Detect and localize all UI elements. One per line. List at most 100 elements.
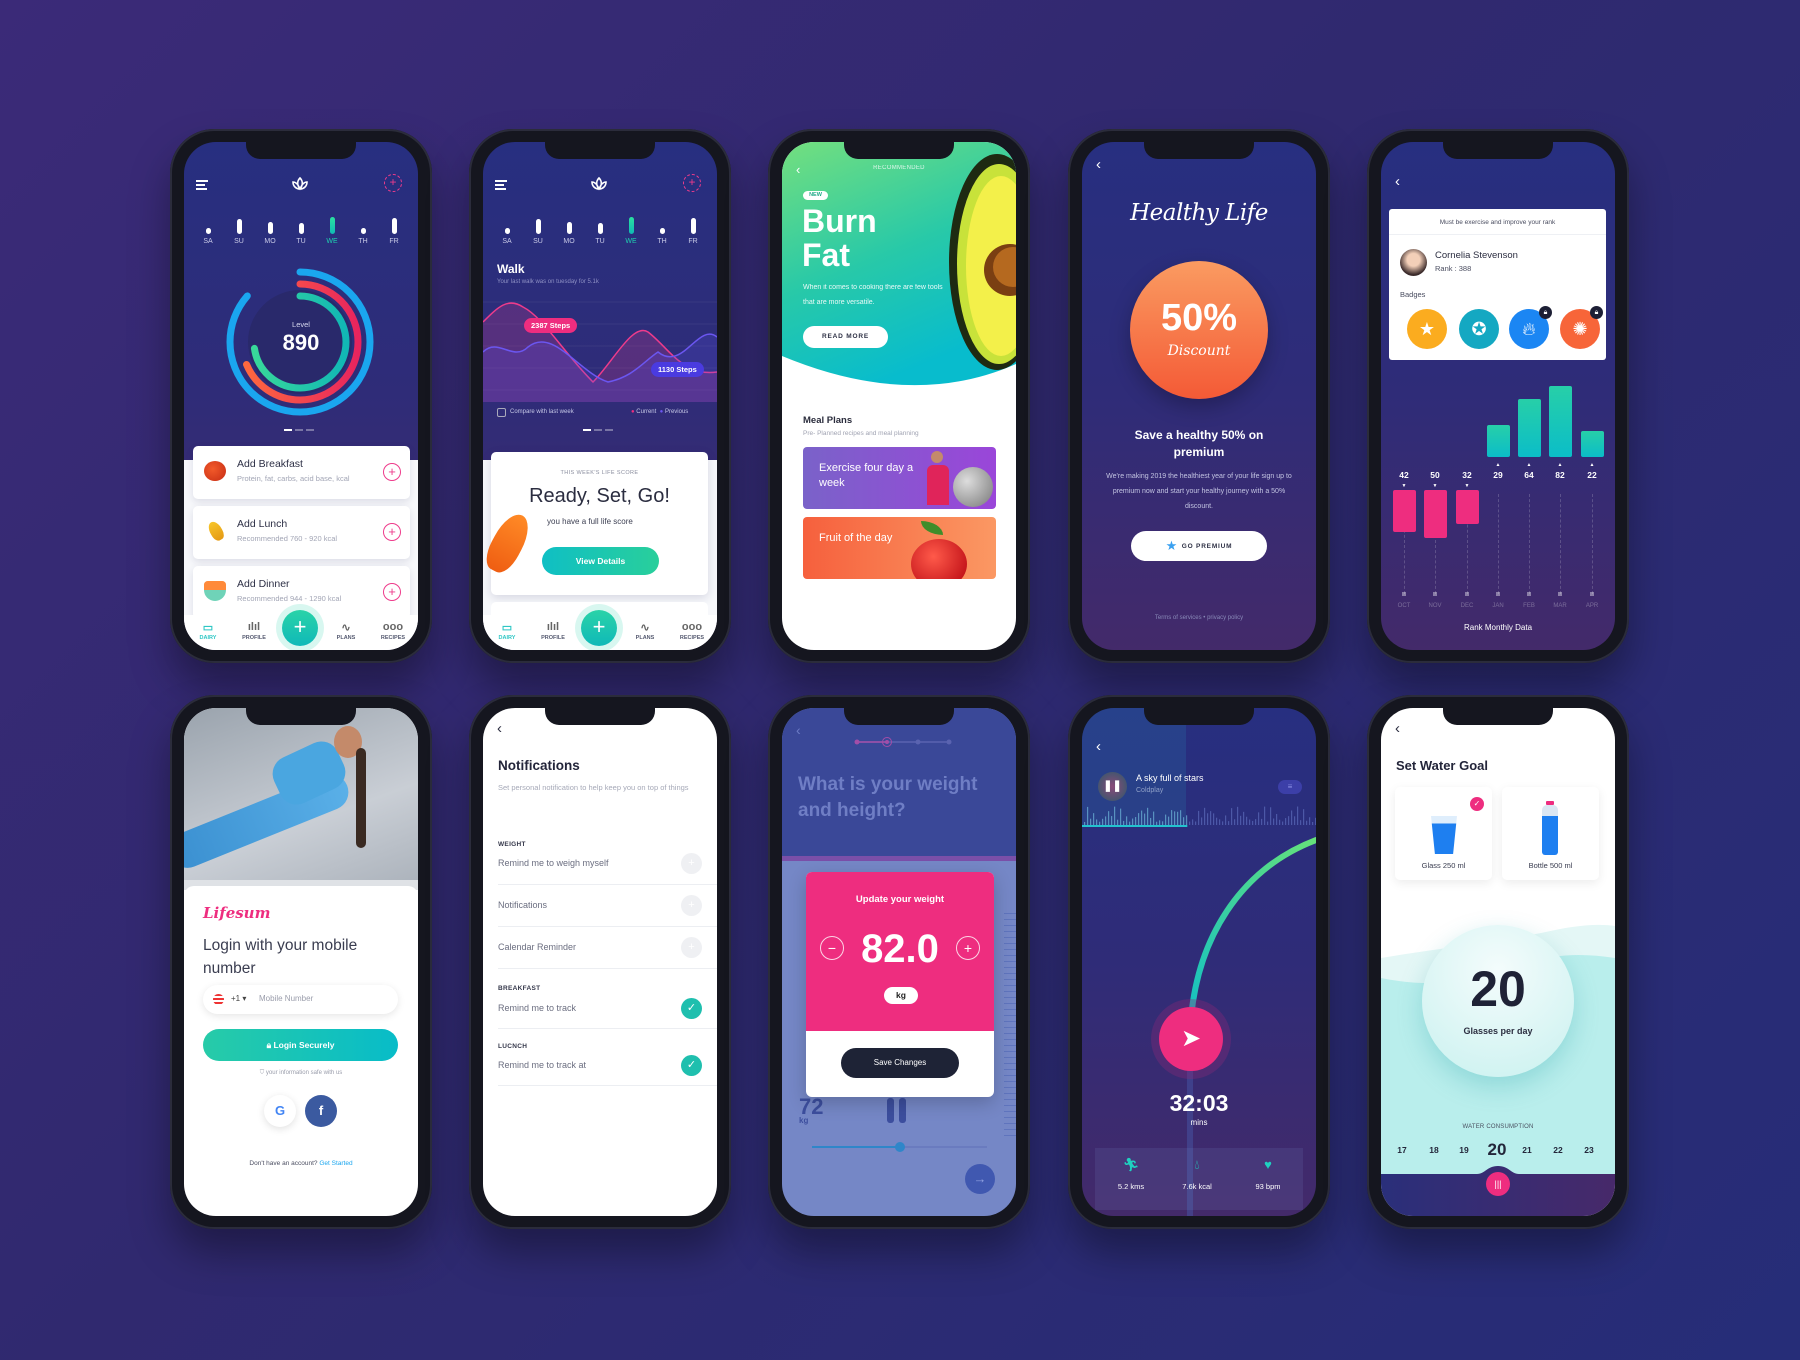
waveform-bar: [1186, 815, 1188, 825]
height-ruler[interactable]: [1004, 908, 1016, 1138]
day-we[interactable]: WE: [322, 217, 342, 245]
next-arrow-button[interactable]: →: [965, 1164, 995, 1194]
scale-value-20[interactable]: 20: [1483, 1140, 1511, 1160]
nav-profile[interactable]: ılıl PROFILE: [234, 621, 274, 641]
rank-bar-oct[interactable]: [1393, 490, 1416, 532]
badge-1[interactable]: ★: [1407, 309, 1447, 349]
plan-card-exercise[interactable]: Exercise four day a week: [803, 447, 996, 509]
phone-input[interactable]: +1 ▾ Mobile Number: [203, 985, 398, 1014]
notch: [844, 142, 954, 159]
back-icon[interactable]: ‹: [1096, 738, 1101, 755]
back-icon[interactable]: ‹: [796, 722, 801, 738]
day-fr[interactable]: FR: [384, 218, 404, 245]
back-icon[interactable]: ‹: [1395, 173, 1400, 190]
toggle-weigh-myself[interactable]: +: [681, 853, 702, 874]
back-icon[interactable]: ‹: [1096, 156, 1101, 173]
rank-bar-apr[interactable]: [1581, 430, 1604, 457]
rank-bar-mar[interactable]: [1549, 385, 1572, 457]
scale-value-22[interactable]: 22: [1544, 1145, 1572, 1155]
add-meal-button[interactable]: +: [383, 523, 401, 541]
nav-plans[interactable]: ∿ PLANS: [625, 621, 665, 641]
day-th[interactable]: TH: [353, 227, 373, 245]
rank-bar-jan[interactable]: [1487, 425, 1510, 457]
badge-3[interactable]: 🔥︎ 🔒︎: [1509, 306, 1552, 349]
day-tu[interactable]: TU: [291, 223, 311, 245]
add-activity-button[interactable]: +: [683, 174, 701, 192]
add-fab-button[interactable]: +: [282, 610, 318, 646]
day-su[interactable]: SU: [229, 219, 249, 245]
scale-value-19[interactable]: 19: [1450, 1145, 1478, 1155]
add-activity-button[interactable]: +: [384, 174, 402, 192]
day-fr[interactable]: FR: [683, 218, 703, 245]
add-meal-button[interactable]: +: [383, 583, 401, 601]
playlist-menu-icon[interactable]: ≡: [1278, 780, 1302, 794]
waveform-bar: [1252, 820, 1254, 825]
login-securely-button[interactable]: 🔒︎ Login Securely: [203, 1029, 398, 1061]
nav-profile[interactable]: ılıl PROFILE: [533, 621, 573, 641]
meal-card-2[interactable]: Add Lunch Recommended 760 - 920 kcal +: [193, 506, 410, 559]
scale-value-23[interactable]: 23: [1575, 1145, 1603, 1155]
scale-drag-handle[interactable]: |||: [1486, 1172, 1510, 1196]
waveform-bar: [1246, 816, 1248, 825]
view-details-button[interactable]: View Details: [542, 547, 659, 575]
rank-bar-feb[interactable]: [1518, 399, 1541, 457]
read-more-button[interactable]: READ MORE: [803, 326, 888, 348]
track-progress-bar[interactable]: [1082, 825, 1188, 827]
scale-value-17[interactable]: 17: [1388, 1145, 1416, 1155]
day-sa[interactable]: SA: [497, 227, 517, 245]
back-icon[interactable]: ‹: [497, 720, 502, 737]
pause-button[interactable]: ❚❚: [1098, 772, 1127, 801]
save-changes-button[interactable]: Save Changes: [841, 1048, 959, 1078]
menu-icon[interactable]: [495, 180, 507, 192]
navigate-button[interactable]: ➤: [1159, 1007, 1223, 1071]
day-sa[interactable]: SA: [198, 227, 218, 245]
scale-value-18[interactable]: 18: [1420, 1145, 1448, 1155]
google-login-button[interactable]: G: [264, 1095, 296, 1127]
day-mo[interactable]: MO: [559, 221, 579, 245]
nav-plans[interactable]: ∿ PLANS: [326, 621, 366, 641]
meal-card-1[interactable]: Add Breakfast Protein, fat, carbs, acid b…: [193, 446, 410, 499]
rank-bar-nov[interactable]: [1424, 490, 1447, 538]
option-glass[interactable]: ✓ Glass 250 ml: [1395, 787, 1492, 880]
option-bottle[interactable]: Bottle 500 ml: [1502, 787, 1599, 880]
day-th[interactable]: TH: [652, 227, 672, 245]
rank-bar-dec[interactable]: [1456, 490, 1479, 524]
badge-2[interactable]: ✪: [1459, 309, 1499, 349]
badge-4[interactable]: ✺ 🔒︎: [1560, 306, 1603, 349]
nav-dairy[interactable]: ▭ DAIRY: [487, 621, 527, 641]
terms-link[interactable]: Terms of services: [1155, 615, 1202, 621]
nav-recipes[interactable]: ooo RECIPES: [373, 621, 413, 641]
day-su[interactable]: SU: [528, 219, 548, 245]
slider-knob[interactable]: [894, 1142, 905, 1152]
notifications-title: Notifications: [498, 758, 580, 773]
menu-icon[interactable]: [196, 180, 208, 192]
go-premium-button[interactable]: ★ GO PREMIUM: [1131, 531, 1267, 561]
get-started-link[interactable]: Get Started: [319, 1160, 352, 1167]
add-meal-button[interactable]: +: [383, 463, 401, 481]
waveform-bar: [1261, 818, 1263, 825]
toggle-calendar-reminder[interactable]: +: [681, 937, 702, 958]
toggle-remind-track-at[interactable]: ✓: [681, 1055, 702, 1076]
compare-checkbox[interactable]: [497, 408, 506, 417]
add-fab-button[interactable]: +: [581, 610, 617, 646]
toggle-notifications[interactable]: +: [681, 895, 702, 916]
back-icon[interactable]: ‹: [1395, 720, 1400, 737]
day-we[interactable]: WE: [621, 217, 641, 245]
weight-slider[interactable]: [812, 1142, 987, 1152]
scale-value-21[interactable]: 21: [1513, 1145, 1541, 1155]
divider: [498, 968, 717, 969]
nav-dairy[interactable]: ▭ DAIRY: [188, 621, 228, 641]
increase-weight-button[interactable]: +: [956, 936, 980, 960]
audio-waveform[interactable]: [1082, 803, 1316, 827]
plan-card-fruit[interactable]: Fruit of the day: [803, 517, 996, 579]
toggle-remind-track[interactable]: ✓: [681, 998, 702, 1019]
nav-recipes[interactable]: ooo RECIPES: [672, 621, 712, 641]
facebook-login-button[interactable]: f: [305, 1095, 337, 1127]
country-code-select[interactable]: +1 ▾: [231, 994, 246, 1003]
day-tu[interactable]: TU: [590, 223, 610, 245]
consumption-scale[interactable]: 17 18 19 20 21 22 23: [1381, 1140, 1615, 1162]
day-mo[interactable]: MO: [260, 221, 280, 245]
privacy-link[interactable]: privacy policy: [1207, 615, 1243, 621]
gear-icon: ✺: [1572, 319, 1588, 339]
unit-toggle[interactable]: kg: [884, 987, 918, 1004]
